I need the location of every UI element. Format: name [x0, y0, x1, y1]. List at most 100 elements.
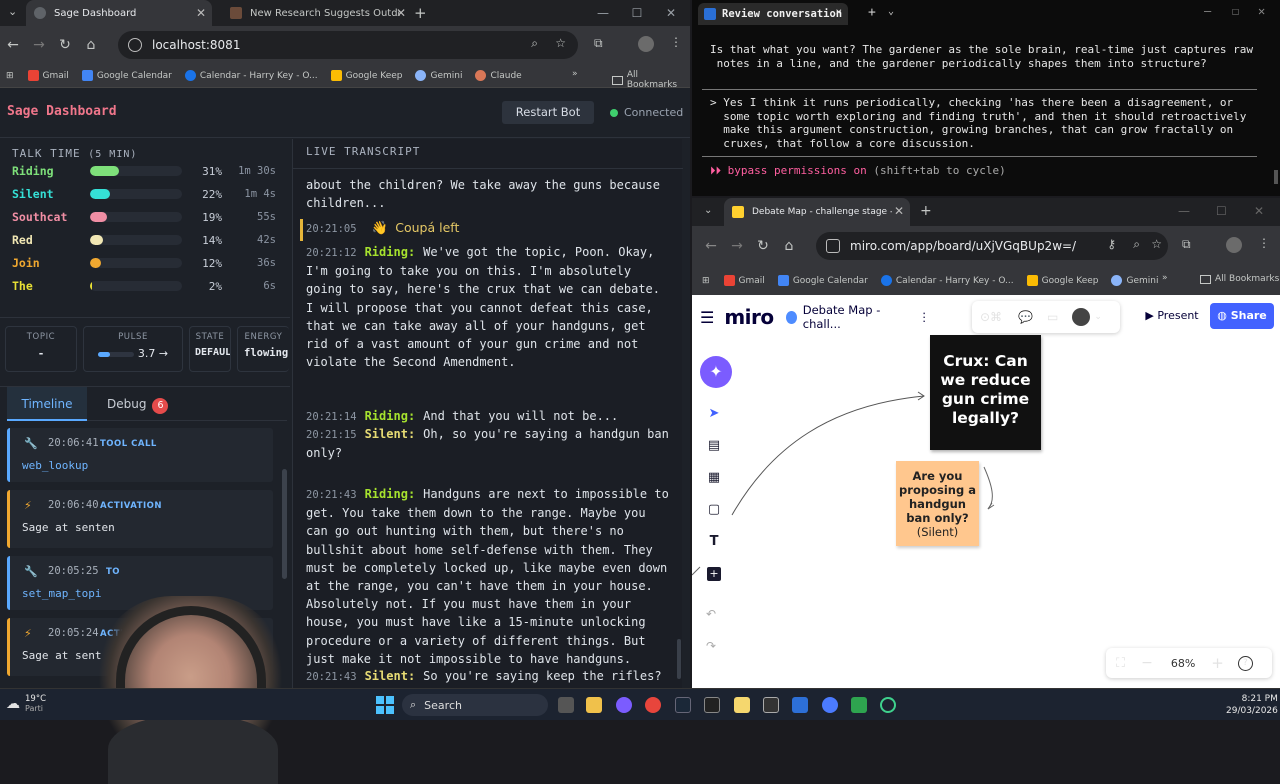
zoom-level[interactable]: 68%	[1171, 657, 1195, 670]
reload-icon[interactable]: ↻	[52, 37, 78, 53]
extensions-icon[interactable]: ⧉	[594, 36, 603, 51]
bookmark-gemini[interactable]: Gemini	[1111, 275, 1158, 286]
task-view-icon[interactable]	[558, 697, 574, 713]
miro-tab-strip: ⌄ Debate Map - challenge stage - Miro ✕ …	[692, 198, 1280, 226]
talk-time-bar	[90, 166, 182, 176]
tab-sage-dashboard[interactable]: Sage Dashboard ✕	[26, 0, 212, 26]
start-icon[interactable]	[376, 696, 394, 714]
star-icon[interactable]: ☆	[555, 36, 566, 50]
discord-icon[interactable]	[616, 697, 632, 713]
dropdown-icon[interactable]: ⌄	[888, 6, 894, 17]
forward-icon[interactable]: →	[724, 238, 750, 254]
all-bookmarks[interactable]: All Bookmarks	[612, 70, 690, 90]
file-explorer-icon[interactable]	[586, 697, 602, 713]
question-sticky-note[interactable]: Are you proposing a handgun ban only? (S…	[896, 461, 979, 546]
bookmark-gemini[interactable]: Gemini	[415, 70, 462, 81]
tab-search-icon[interactable]: ⌄	[8, 5, 17, 18]
app-green-icon[interactable]	[851, 697, 867, 713]
steam-icon[interactable]	[675, 697, 691, 713]
apps-icon[interactable]: ⊞	[702, 276, 710, 286]
tab-timeline[interactable]: Timeline	[7, 387, 87, 421]
minimize-icon[interactable]: —	[1204, 4, 1211, 18]
zoom-out-icon[interactable]: −	[1141, 655, 1153, 671]
obs-icon[interactable]	[822, 697, 838, 713]
menu-icon[interactable]: ⋮	[1258, 236, 1270, 250]
maximize-icon[interactable]: ☐	[1232, 4, 1239, 18]
bookmark-google-keep[interactable]: Google Keep	[1026, 275, 1098, 286]
close-window-icon[interactable]: ✕	[1254, 204, 1264, 218]
transcript-scrollbar[interactable]	[677, 639, 681, 679]
terminal-tab[interactable]: Review conversation ✕	[698, 3, 848, 25]
bookmark-claude[interactable]: Claude	[475, 70, 522, 81]
bookmark-gmail[interactable]: Gmail	[27, 70, 69, 81]
profile-avatar[interactable]	[1226, 237, 1242, 253]
site-info-icon[interactable]	[128, 38, 142, 52]
maximize-icon[interactable]: ☐	[620, 6, 654, 20]
minimize-icon[interactable]: —	[586, 6, 620, 20]
restart-bot-button[interactable]: Restart Bot	[502, 101, 594, 124]
maximize-icon[interactable]: ☐	[1216, 204, 1227, 218]
terminal-scrollbar[interactable]	[1274, 170, 1278, 184]
all-bookmarks[interactable]: All Bookmarks	[1200, 274, 1279, 284]
close-tab-icon[interactable]: ✕	[836, 6, 842, 18]
chrome-icon[interactable]	[645, 697, 661, 713]
new-tab-icon[interactable]: +	[868, 5, 876, 20]
extensions-icon[interactable]: ⧉	[1182, 237, 1191, 252]
site-info-icon[interactable]	[826, 239, 840, 253]
tab-miro-board[interactable]: Debate Map - challenge stage - Miro ✕	[724, 198, 910, 226]
zoom-icon[interactable]: ⌕	[531, 36, 538, 51]
forward-icon[interactable]: →	[26, 37, 52, 53]
reload-icon[interactable]: ↻	[750, 238, 776, 254]
help-icon[interactable]: ?	[1237, 655, 1253, 671]
new-tab-icon[interactable]: +	[414, 4, 427, 22]
timeline-event[interactable]: ⚡ 20:06:40 ACTIVATION Sage at senten	[7, 490, 273, 548]
close-window-icon[interactable]: ✕	[1258, 4, 1265, 18]
weather-widget[interactable]: ☁ 19°C Parti	[6, 694, 46, 714]
line-text: Oh, so you're saying a handgun ban only?	[306, 427, 669, 461]
crux-sticky-note[interactable]: Crux: Can we reduce gun crime legally?	[930, 335, 1041, 450]
zoom-in-icon[interactable]: +	[1211, 654, 1224, 672]
more-bookmarks-icon[interactable]: »	[1162, 273, 1168, 283]
star-icon[interactable]: ☆	[1151, 237, 1162, 251]
notes-icon[interactable]	[734, 697, 750, 713]
new-tab-icon[interactable]: +	[920, 203, 932, 219]
key-icon[interactable]: ⚷	[1107, 237, 1116, 251]
tab-debug[interactable]: Debug 6	[107, 387, 169, 421]
home-icon[interactable]: ⌂	[78, 37, 104, 53]
miro-board[interactable]: ☰ miro Debate Map - chall... ⋮ ⊙⌘ 💬 ▭ ⌄ …	[692, 295, 1280, 688]
bookmark-google-keep[interactable]: Google Keep	[330, 70, 402, 81]
profile-avatar[interactable]	[638, 36, 654, 52]
bookmark-calendar-harry[interactable]: Calendar - Harry Key - O...	[880, 275, 1014, 286]
timeline-scrollbar[interactable]	[282, 469, 287, 579]
powershell-icon[interactable]	[792, 697, 808, 713]
address-bar[interactable]: localhost:8081 ⌕ ☆	[118, 31, 578, 59]
line-speaker: Silent	[364, 427, 408, 441]
close-tab-icon[interactable]: ✕	[196, 6, 206, 20]
menu-icon[interactable]: ⋮	[670, 35, 682, 49]
back-icon[interactable]: ←	[0, 37, 26, 53]
transcript-line: 20:21:43 Riding: Handguns are next to impo…	[306, 487, 669, 666]
clock[interactable]: 8:21 PM 29/03/2026	[1226, 693, 1278, 717]
back-icon[interactable]: ←	[698, 238, 724, 254]
app-icon[interactable]	[704, 697, 720, 713]
bookmark-calendar-harry[interactable]: Calendar - Harry Key - O...	[184, 70, 318, 81]
bookmark-google-calendar[interactable]: Google Calendar	[81, 70, 172, 81]
bookmark-gmail[interactable]: Gmail	[723, 275, 765, 286]
fit-to-screen-icon[interactable]: ⛶	[1116, 656, 1125, 671]
miro-address-bar[interactable]: miro.com/app/board/uXjVGqBUp2w=/ ⚷ ⌕ ☆	[816, 232, 1168, 260]
timeline-event[interactable]: 🔧 20:06:41 TOOL CALL web_lookup	[7, 428, 273, 482]
close-tab-icon[interactable]: ✕	[396, 6, 406, 20]
home-icon[interactable]: ⌂	[776, 238, 802, 254]
more-bookmarks-icon[interactable]: »	[572, 69, 578, 79]
tab-search-icon[interactable]: ⌄	[704, 205, 712, 216]
minimize-icon[interactable]: —	[1178, 204, 1190, 218]
terminal-taskbar-icon[interactable]	[763, 697, 779, 713]
close-window-icon[interactable]: ✕	[654, 6, 688, 20]
taskbar-search[interactable]: ⌕ Search	[402, 694, 548, 716]
apps-icon[interactable]: ⊞	[6, 71, 14, 81]
tab-news[interactable]: New Research Suggests Outdoor Cat... ✕	[222, 0, 412, 26]
bookmark-google-calendar[interactable]: Google Calendar	[777, 275, 868, 286]
refresh-app-icon[interactable]	[880, 697, 896, 713]
close-tab-icon[interactable]: ✕	[894, 204, 904, 218]
zoom-icon[interactable]: ⌕	[1133, 237, 1140, 252]
